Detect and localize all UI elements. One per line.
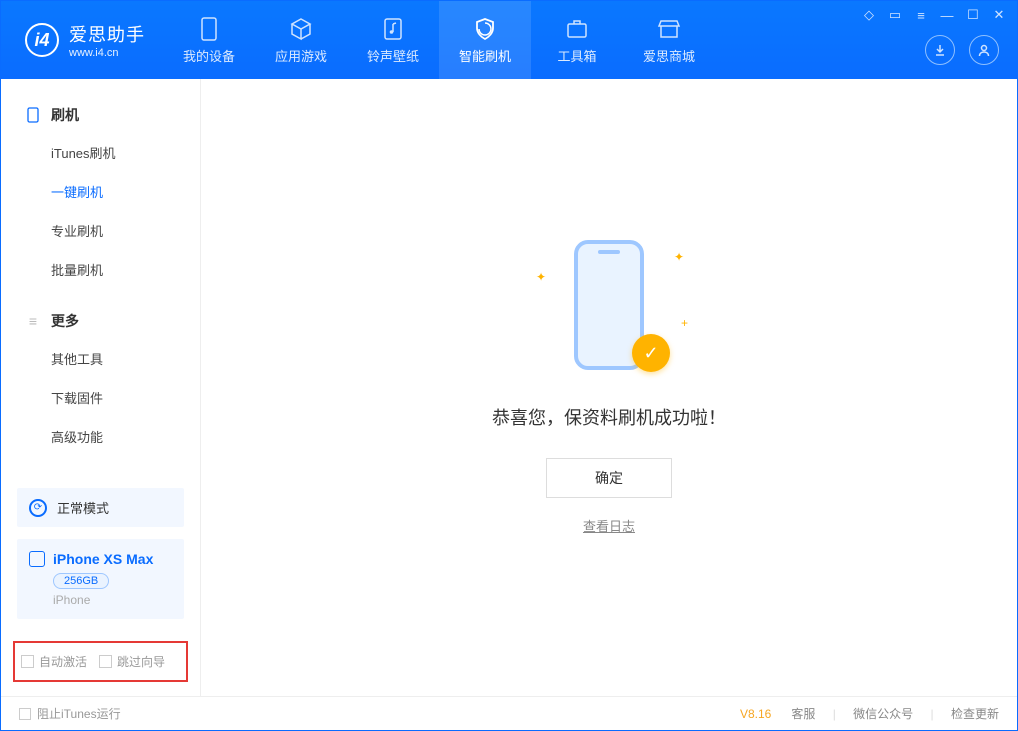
- status-icon: ⟳: [29, 499, 47, 517]
- skin-icon[interactable]: ◇: [861, 7, 877, 23]
- app-title: 爱思助手: [69, 21, 145, 47]
- sidebar-item-itunes-flash[interactable]: iTunes刷机: [1, 133, 200, 172]
- checkbox-skip-guide[interactable]: 跳过向导: [99, 653, 165, 670]
- sidebar-item-download-firmware[interactable]: 下载固件: [1, 378, 200, 417]
- sidebar-item-other-tools[interactable]: 其他工具: [1, 339, 200, 378]
- device-small-icon: [29, 551, 45, 567]
- footer-link-support[interactable]: 客服: [791, 707, 815, 721]
- device-type: iPhone: [53, 593, 172, 607]
- logo-icon: i4: [25, 23, 59, 57]
- version-label: V8.16: [740, 707, 771, 721]
- tab-label: 我的设备: [183, 46, 235, 65]
- download-button[interactable]: [925, 35, 955, 65]
- tab-apps-games[interactable]: 应用游戏: [255, 1, 347, 79]
- music-icon: [380, 16, 406, 42]
- tab-label: 铃声壁纸: [367, 46, 419, 65]
- store-icon: [656, 16, 682, 42]
- tab-ringtones-wallpapers[interactable]: 铃声壁纸: [347, 1, 439, 79]
- device-name: iPhone XS Max: [53, 551, 153, 567]
- tab-label: 智能刷机: [459, 46, 511, 65]
- sidebar-section-more: ≡ 更多: [1, 303, 200, 339]
- main-tabs: 我的设备 应用游戏 铃声壁纸 智能刷机 工具箱 爱思商城: [163, 1, 715, 79]
- close-button[interactable]: ✕: [991, 7, 1007, 23]
- status-bar: 阻止iTunes运行 V8.16 客服 | 微信公众号 | 检查更新: [1, 696, 1017, 730]
- minimize-button[interactable]: —: [939, 7, 955, 23]
- title-bar: i4 爱思助手 www.i4.cn 我的设备 应用游戏 铃声壁纸 智能刷机: [1, 1, 1017, 79]
- app-logo: i4 爱思助手 www.i4.cn: [1, 21, 163, 59]
- device-icon: [196, 16, 222, 42]
- sidebar-item-batch-flash[interactable]: 批量刷机: [1, 250, 200, 289]
- sidebar-item-advanced[interactable]: 高级功能: [1, 417, 200, 456]
- tab-label: 工具箱: [557, 46, 596, 65]
- success-illustration: ✦✦+ ✓: [554, 240, 664, 380]
- view-log-link[interactable]: 查看日志: [583, 516, 635, 535]
- section-title: 更多: [51, 311, 79, 331]
- success-message: 恭喜您，保资料刷机成功啦！: [492, 404, 726, 430]
- tab-smart-flash[interactable]: 智能刷机: [439, 1, 531, 79]
- phone-icon: [25, 107, 41, 123]
- menu-lines-icon: ≡: [25, 313, 41, 329]
- shield-icon: [472, 16, 498, 42]
- device-capacity: 256GB: [53, 573, 109, 589]
- device-mode-status[interactable]: ⟳ 正常模式: [17, 488, 184, 527]
- user-button[interactable]: [969, 35, 999, 65]
- feedback-icon[interactable]: ▭: [887, 7, 903, 23]
- app-subtitle: www.i4.cn: [69, 47, 145, 59]
- device-card[interactable]: iPhone XS Max 256GB iPhone: [17, 539, 184, 619]
- tab-my-device[interactable]: 我的设备: [163, 1, 255, 79]
- ok-button[interactable]: 确定: [546, 458, 672, 498]
- tab-store[interactable]: 爱思商城: [623, 1, 715, 79]
- section-title: 刷机: [51, 105, 79, 125]
- footer-link-wechat[interactable]: 微信公众号: [853, 707, 913, 721]
- options-highlight-box: 自动激活 跳过向导: [13, 641, 188, 682]
- briefcase-icon: [564, 16, 590, 42]
- sidebar-item-one-click-flash[interactable]: 一键刷机: [1, 172, 200, 211]
- sidebar-item-pro-flash[interactable]: 专业刷机: [1, 211, 200, 250]
- tab-label: 应用游戏: [275, 46, 327, 65]
- sidebar-section-flash: 刷机: [1, 97, 200, 133]
- menu-icon[interactable]: ≡: [913, 7, 929, 23]
- main-content: ✦✦+ ✓ 恭喜您，保资料刷机成功啦！ 确定 查看日志: [201, 79, 1017, 696]
- cube-icon: [288, 16, 314, 42]
- checkbox-auto-activate[interactable]: 自动激活: [21, 653, 87, 670]
- tab-label: 爱思商城: [643, 46, 695, 65]
- checkbox-block-itunes[interactable]: 阻止iTunes运行: [19, 705, 121, 722]
- status-label: 正常模式: [57, 498, 109, 517]
- sidebar: 刷机 iTunes刷机 一键刷机 专业刷机 批量刷机 ≡ 更多 其他工具 下载固…: [1, 79, 201, 696]
- footer-link-update[interactable]: 检查更新: [951, 707, 999, 721]
- maximize-button[interactable]: ☐: [965, 7, 981, 23]
- tab-toolbox[interactable]: 工具箱: [531, 1, 623, 79]
- checkmark-badge-icon: ✓: [632, 334, 670, 372]
